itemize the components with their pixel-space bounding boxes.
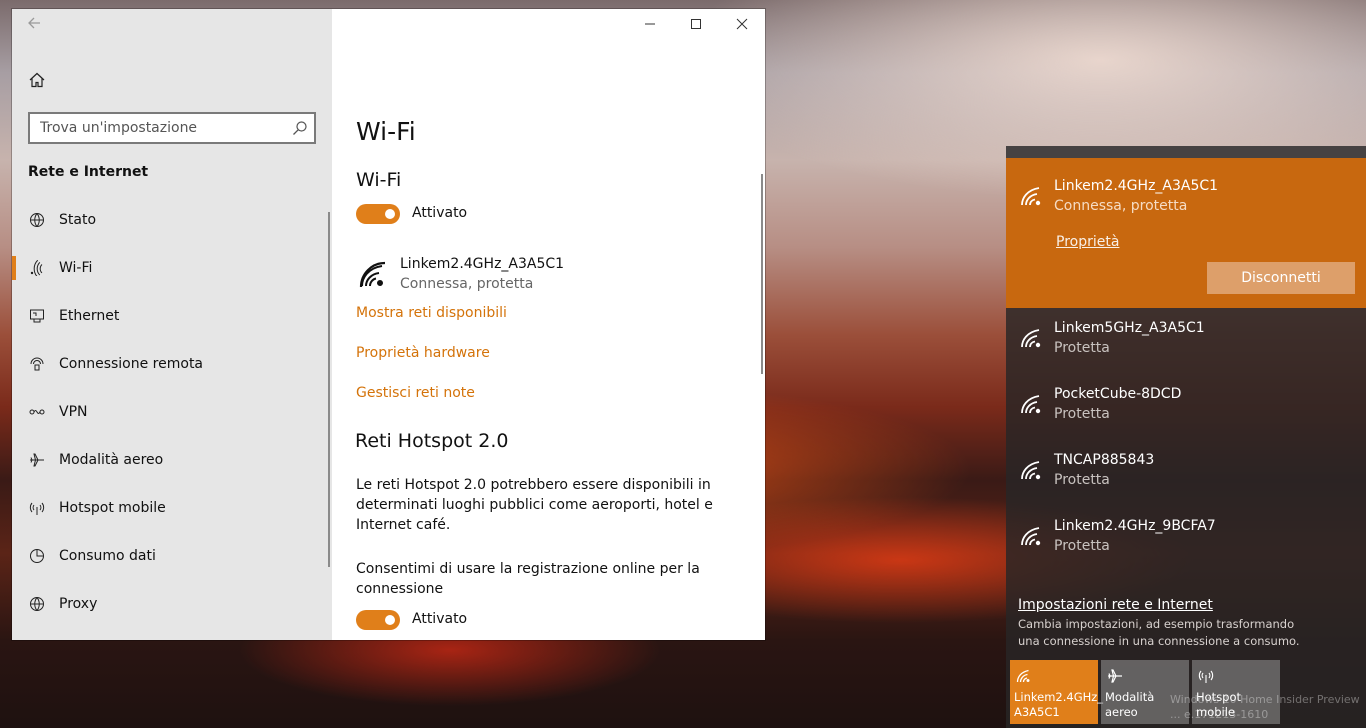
- sidebar-item-wifi[interactable]: Wi-Fi: [12, 244, 332, 292]
- wifi-signal-icon: [359, 261, 386, 288]
- window-controls: [627, 9, 765, 39]
- dialup-icon: [28, 355, 46, 373]
- content-scrollbar[interactable]: [761, 174, 763, 374]
- flyout-network-item[interactable]: Linkem5GHz_A3A5C1 Protetta: [1006, 312, 1366, 378]
- network-name: Linkem2.4GHz_A3A5C1: [400, 256, 565, 272]
- connected-network[interactable]: Linkem2.4GHz_A3A5C1 Connessa, protetta: [356, 254, 736, 298]
- wifi-toggle-label: Attivato: [412, 205, 468, 221]
- sidebar-item-proxy[interactable]: Proxy: [12, 580, 332, 628]
- wifi-icon: [1021, 187, 1041, 206]
- sidebar-item-label: Wi-Fi: [59, 260, 93, 276]
- proxy-globe-icon: [28, 595, 46, 613]
- online-signup-toggle-label: Attivato: [412, 611, 468, 627]
- sidebar-item-label: Connessione remota: [59, 356, 204, 372]
- nav-list: Stato Wi-Fi Ethernet Connessione remota …: [12, 196, 332, 628]
- flyout-network-name: PocketCube-8DCD: [1054, 386, 1182, 402]
- back-arrow-icon: [28, 17, 40, 29]
- sidebar-item-ethernet[interactable]: Ethernet: [12, 292, 332, 340]
- wifi-icon: [1021, 329, 1041, 348]
- sidebar: Rete e Internet Stato Wi-Fi Ethernet Con…: [12, 9, 332, 640]
- sidebar-scrollbar[interactable]: [328, 212, 330, 567]
- sidebar-item-consumo-dati[interactable]: Consumo dati: [12, 532, 332, 580]
- hotspot-section-title: Reti Hotspot 2.0: [355, 430, 509, 452]
- flyout-top-bar: [1006, 146, 1366, 158]
- home-icon: [29, 72, 45, 88]
- flyout-connected-network[interactable]: Linkem2.4GHz_A3A5C1 Connessa, protetta P…: [1006, 158, 1366, 308]
- hotspot-icon: [28, 499, 46, 517]
- hardware-properties-link[interactable]: Proprietà hardware: [356, 345, 490, 361]
- sidebar-item-label: Hotspot mobile: [59, 500, 166, 516]
- flyout-network-item[interactable]: Linkem2.4GHz_9BCFA7 Protetta: [1006, 510, 1366, 576]
- search-box[interactable]: [28, 112, 316, 144]
- wifi-icon: [1021, 461, 1041, 480]
- airplane-icon: [1108, 669, 1122, 683]
- wifi-section-title: Wi-Fi: [356, 169, 402, 191]
- tile-label: Linkem2.4GHz_ A3A5C1: [1014, 690, 1104, 719]
- minimize-button[interactable]: [627, 9, 673, 39]
- vpn-icon: [28, 403, 46, 421]
- network-status: Connessa, protetta: [400, 276, 534, 292]
- close-button[interactable]: [719, 9, 765, 39]
- search-input[interactable]: [30, 114, 280, 142]
- windows-watermark: Windows 10 Home Insider Preview ... e.17…: [1170, 693, 1360, 721]
- flyout-network-name: TNCAP885843: [1054, 452, 1155, 468]
- home-button[interactable]: [28, 71, 48, 91]
- content-pane: Wi-Fi Wi-Fi Attivato Linkem2.4GHz_A3A5C1…: [332, 9, 765, 640]
- data-usage-icon: [28, 547, 46, 565]
- flyout-network-status: Protetta: [1054, 340, 1110, 356]
- wifi-icon: [28, 259, 46, 277]
- page-title: Wi-Fi: [356, 117, 416, 146]
- hotspot-icon: [1198, 670, 1214, 683]
- sidebar-item-hotspot-mobile[interactable]: Hotspot mobile: [12, 484, 332, 532]
- network-flyout: Linkem2.4GHz_A3A5C1 Connessa, protetta P…: [1006, 146, 1366, 728]
- close-icon: [736, 18, 748, 30]
- hotspot-description: Le reti Hotspot 2.0 potrebbero essere di…: [356, 477, 713, 533]
- ethernet-icon: [28, 307, 46, 325]
- sidebar-item-stato[interactable]: Stato: [12, 196, 332, 244]
- online-signup-toggle[interactable]: [356, 610, 400, 630]
- flyout-properties-link[interactable]: Proprietà: [1056, 234, 1119, 250]
- sidebar-item-label: Consumo dati: [59, 548, 156, 564]
- flyout-network-name: Linkem5GHz_A3A5C1: [1054, 320, 1205, 336]
- flyout-network-status: Connessa, protetta: [1054, 198, 1188, 214]
- airplane-icon: [28, 451, 46, 469]
- search-icon[interactable]: [292, 120, 308, 136]
- sidebar-item-label: VPN: [59, 404, 88, 420]
- settings-window: Rete e Internet Stato Wi-Fi Ethernet Con…: [12, 9, 765, 640]
- flyout-network-item[interactable]: TNCAP885843 Protetta: [1006, 444, 1366, 510]
- maximize-button[interactable]: [673, 9, 719, 39]
- wifi-icon: [1021, 395, 1041, 414]
- disconnect-button[interactable]: Disconnetti: [1207, 262, 1355, 294]
- sidebar-item-label: Ethernet: [59, 308, 120, 324]
- wifi-icon: [1016, 669, 1030, 683]
- sidebar-item-connessione-remota[interactable]: Connessione remota: [12, 340, 332, 388]
- sidebar-item-modalita-aereo[interactable]: Modalità aereo: [12, 436, 332, 484]
- section-title: Rete e Internet: [28, 164, 149, 180]
- maximize-icon: [691, 19, 701, 29]
- sidebar-item-label: Proxy: [59, 596, 98, 612]
- show-available-networks-link[interactable]: Mostra reti disponibili: [356, 305, 507, 321]
- wifi-toggle[interactable]: [356, 204, 400, 224]
- flyout-network-status: Protetta: [1054, 406, 1110, 422]
- flyout-network-item[interactable]: Linkem2.4GHz_A3A5C1 Connessa, protetta: [1006, 170, 1366, 236]
- globe-icon: [28, 211, 46, 229]
- flyout-network-item[interactable]: PocketCube-8DCD Protetta: [1006, 378, 1366, 444]
- wifi-icon: [1021, 527, 1041, 546]
- flyout-network-name: Linkem2.4GHz_A3A5C1: [1054, 178, 1219, 194]
- online-signup-description: Consentimi di usare la registrazione onl…: [356, 561, 700, 597]
- flyout-network-name: Linkem2.4GHz_9BCFA7: [1054, 518, 1216, 534]
- flyout-network-status: Protetta: [1054, 472, 1110, 488]
- network-settings-description: Cambia impostazioni, ad esempio trasform…: [1018, 617, 1300, 648]
- minimize-icon: [645, 23, 655, 25]
- back-button[interactable]: [26, 15, 46, 35]
- manage-known-networks-link[interactable]: Gestisci reti note: [356, 385, 475, 401]
- network-settings-link[interactable]: Impostazioni rete e Internet: [1018, 597, 1213, 613]
- sidebar-item-vpn[interactable]: VPN: [12, 388, 332, 436]
- wifi-tile[interactable]: Linkem2.4GHz_ A3A5C1: [1010, 660, 1104, 724]
- sidebar-item-label: Modalità aereo: [59, 452, 164, 468]
- sidebar-item-label: Stato: [59, 212, 97, 228]
- flyout-network-status: Protetta: [1054, 538, 1110, 554]
